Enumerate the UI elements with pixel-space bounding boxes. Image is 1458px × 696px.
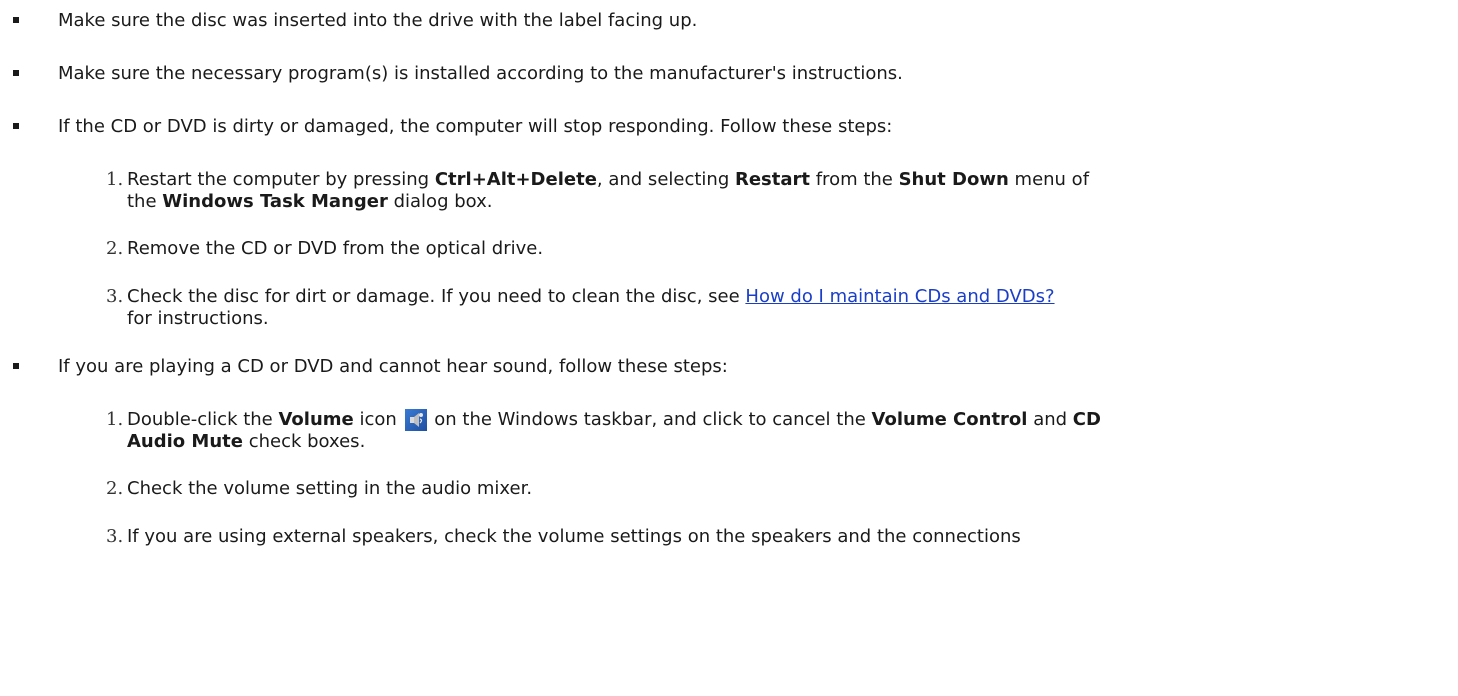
step-text-part: Restart the computer by pressing xyxy=(127,169,435,190)
step-text: Restart the computer by pressing Ctrl+Al… xyxy=(127,169,1089,191)
step-text-part: from the xyxy=(810,169,899,190)
step-number: 2. xyxy=(106,478,124,499)
bullet-marker xyxy=(13,123,19,129)
step-number: 1. xyxy=(106,169,124,190)
step-text-part: and xyxy=(1027,409,1073,430)
step-text-part: Check the disc for dirt or damage. If yo… xyxy=(127,286,746,307)
step-text-part: dialog box. xyxy=(387,191,493,212)
key-combo: Ctrl+Alt+Delete xyxy=(434,169,597,190)
step-text: If you are using external speakers, chec… xyxy=(127,526,1021,547)
audio-mute-term: Audio Mute xyxy=(127,431,243,452)
step-number: 3. xyxy=(106,286,124,307)
bullet-marker xyxy=(13,70,19,76)
step-text-part: menu of xyxy=(1008,169,1090,190)
step-text-part: check boxes. xyxy=(242,431,366,452)
step-text: Double-click the Volume icon on the Wind… xyxy=(127,409,1101,431)
bullet-text: Make sure the disc was inserted into the… xyxy=(58,10,698,31)
step-text: Check the volume setting in the audio mi… xyxy=(127,478,533,499)
step-text-part: on the Windows taskbar, and click to can… xyxy=(428,409,872,430)
step-text-part: icon xyxy=(353,409,397,430)
bullet-text: If you are playing a CD or DVD and canno… xyxy=(58,356,728,377)
step-number: 3. xyxy=(106,526,124,547)
cd-term: CD xyxy=(1072,409,1101,430)
task-manager-term: Windows Task Manger xyxy=(162,191,388,212)
bullet-text: If the CD or DVD is dirty or damaged, th… xyxy=(58,116,893,137)
bullet-text: Make sure the necessary program(s) is in… xyxy=(58,63,903,84)
bullet-marker xyxy=(13,363,19,369)
volume-term: Volume xyxy=(278,409,354,430)
bullet-marker xyxy=(13,17,19,23)
step-text: Remove the CD or DVD from the optical dr… xyxy=(127,238,544,259)
step-number: 1. xyxy=(106,409,124,430)
step-number: 2. xyxy=(106,238,124,259)
maintain-cds-link[interactable]: How do I maintain CDs and DVDs? xyxy=(745,286,1054,307)
speaker-volume-icon xyxy=(404,409,427,431)
shut-down-term: Shut Down xyxy=(898,169,1009,190)
step-text-part: Double-click the xyxy=(127,409,279,430)
step-text: Check the disc for dirt or damage. If yo… xyxy=(127,286,1055,308)
step-text-part: , and selecting xyxy=(596,169,735,190)
restart-term: Restart xyxy=(734,169,810,190)
step-text: for instructions. xyxy=(127,308,269,329)
step-text-part: the xyxy=(127,191,163,212)
step-text: the Windows Task Manger dialog box. xyxy=(127,191,492,213)
step-text: Audio Mute check boxes. xyxy=(127,431,365,453)
volume-control-term: Volume Control xyxy=(871,409,1028,430)
